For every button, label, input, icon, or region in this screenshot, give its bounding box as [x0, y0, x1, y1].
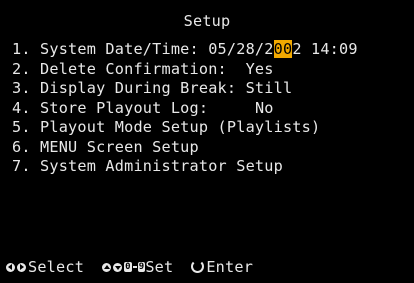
- menu-item-menu-screen-setup[interactable]: 6. MENU Screen Setup: [12, 138, 358, 158]
- menu-item-label: Store Playout Log:: [40, 98, 209, 117]
- delete-confirmation-value[interactable]: Yes: [246, 60, 274, 78]
- menu-item-number: 3.: [12, 79, 31, 97]
- menu-item-number: 1.: [12, 40, 31, 58]
- menu-item-delete-confirmation[interactable]: 2. Delete Confirmation: Yes: [12, 60, 358, 80]
- menu-item-system-date-time[interactable]: 1. System Date/Time: 05/28/2002 14:09: [12, 40, 358, 60]
- set-hint-label: Set: [145, 258, 174, 276]
- date-time-value-post: 2 14:09: [292, 40, 358, 58]
- number-key-icon-end: 9: [137, 262, 146, 272]
- select-hint-label: Select: [28, 258, 85, 276]
- menu-item-display-during-break[interactable]: 3. Display During Break: Still: [12, 79, 358, 99]
- menu-item-number: 6.: [12, 137, 31, 156]
- menu-item-label: System Administrator Setup: [40, 157, 283, 175]
- date-time-value[interactable]: 05/28/2002 14:09: [208, 40, 358, 58]
- menu-item-number: 2.: [12, 59, 31, 78]
- store-playout-log-value[interactable]: No: [255, 99, 274, 117]
- menu-item-number: 5.: [12, 118, 31, 136]
- range-dash: [132, 266, 137, 268]
- date-time-value-pre: 05/28/2: [208, 40, 274, 58]
- page-title: Setup: [183, 12, 231, 30]
- setup-menu: 1. System Date/Time: 05/28/2002 14:09 2.…: [12, 40, 358, 177]
- display-during-break-value[interactable]: Still: [246, 79, 293, 97]
- menu-item-label: MENU Screen Setup: [40, 137, 199, 156]
- menu-item-number: 4.: [12, 98, 31, 117]
- menu-item-label: Playout Mode Setup (Playlists): [40, 118, 321, 136]
- menu-item-store-playout-log[interactable]: 4. Store Playout Log: No: [12, 99, 358, 119]
- number-key-icon-start: 0: [124, 262, 132, 272]
- menu-item-playout-mode-setup[interactable]: 5. Playout Mode Setup (Playlists): [12, 118, 358, 138]
- left-arrow-icon: [6, 262, 15, 272]
- menu-item-label: Display During Break:: [40, 79, 237, 97]
- right-arrow-icon: [17, 262, 26, 272]
- enter-icon: [191, 259, 205, 273]
- up-arrow-icon: [102, 262, 112, 272]
- menu-item-system-administrator-setup[interactable]: 7. System Administrator Setup: [12, 157, 358, 177]
- setup-screen: Setup 1. System Date/Time: 05/28/2002 14…: [0, 0, 414, 283]
- menu-item-label: Delete Confirmation:: [40, 59, 227, 78]
- enter-hint-label: Enter: [206, 258, 254, 276]
- date-time-cursor[interactable]: 00: [273, 40, 293, 58]
- menu-item-label: System Date/Time:: [40, 40, 199, 58]
- menu-item-number: 7.: [12, 157, 31, 175]
- key-guide: Select 0 9 Set Enter: [6, 256, 253, 278]
- down-arrow-icon: [113, 262, 123, 272]
